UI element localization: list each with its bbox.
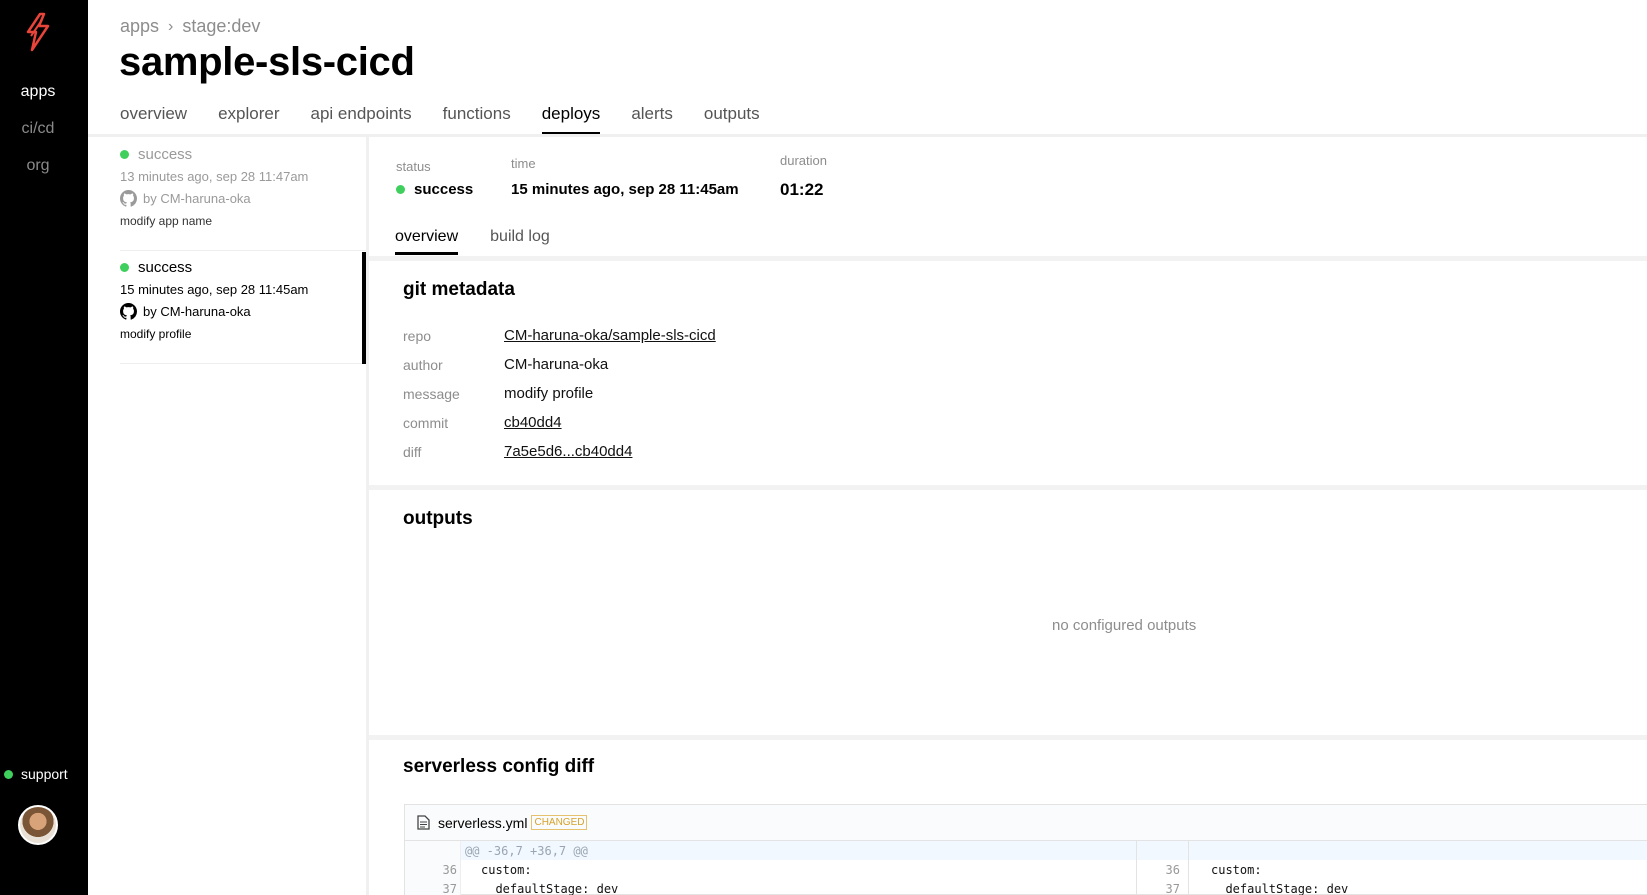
code-line: defaultStage: dev bbox=[1211, 882, 1349, 895]
deploy-time: 13 minutes ago, sep 28 11:47am bbox=[120, 169, 309, 184]
support-label: support bbox=[21, 766, 68, 782]
tab-functions[interactable]: functions bbox=[443, 104, 511, 135]
deploy-time: 15 minutes ago, sep 28 11:45am bbox=[120, 282, 309, 297]
line-number: 37 bbox=[442, 882, 457, 895]
status-value: success bbox=[396, 181, 473, 198]
tab-deploys[interactable]: deploys bbox=[541, 104, 601, 135]
config-diff-title: serverless config diff bbox=[403, 756, 595, 777]
line-number: 37 bbox=[1165, 882, 1180, 895]
tab-api-endpoints[interactable]: api endpoints bbox=[311, 104, 412, 135]
outputs-empty-text: no configured outputs bbox=[1052, 617, 1197, 634]
status-label: status bbox=[396, 159, 431, 174]
code-line: custom: bbox=[1211, 863, 1262, 877]
deploy-list-item[interactable]: success 13 minutes ago, sep 28 11:47am b… bbox=[120, 146, 366, 251]
status-dot-icon bbox=[120, 150, 129, 159]
detail-tabs: overview build log bbox=[395, 228, 582, 255]
diff-link[interactable]: 7a5e5d6...cb40dd4 bbox=[504, 443, 632, 460]
time-label: time bbox=[511, 156, 536, 171]
commit-link[interactable]: cb40dd4 bbox=[504, 414, 562, 431]
status-text: success bbox=[414, 181, 474, 198]
subtab-build-log[interactable]: build log bbox=[490, 228, 550, 255]
avatar[interactable] bbox=[18, 805, 58, 845]
author-label: author bbox=[403, 357, 443, 373]
file-icon bbox=[417, 815, 430, 830]
support-link[interactable]: support bbox=[4, 766, 68, 782]
serverless-logo-icon[interactable] bbox=[22, 12, 54, 52]
diff-split bbox=[1188, 841, 1189, 895]
nav-item-cicd[interactable]: ci/cd bbox=[0, 120, 76, 138]
tab-overview[interactable]: overview bbox=[120, 104, 187, 135]
diff-body: @@ -36,7 +36,7 @@ 36 custom: 37 defaultS… bbox=[405, 841, 1647, 895]
github-icon bbox=[120, 303, 137, 320]
deploy-message: modify app name bbox=[120, 214, 213, 228]
message-label: message bbox=[403, 386, 460, 402]
diff-file-name: serverless.yml bbox=[438, 814, 528, 831]
deploy-message: modify profile bbox=[120, 327, 192, 341]
github-icon bbox=[120, 190, 137, 207]
breadcrumb: apps › stage:dev bbox=[120, 16, 260, 37]
tab-explorer[interactable]: explorer bbox=[218, 104, 279, 135]
section-divider bbox=[369, 485, 1647, 490]
diff-hunk-header: @@ -36,7 +36,7 @@ bbox=[405, 841, 1647, 860]
changed-badge: CHANGED bbox=[531, 815, 588, 830]
breadcrumb-apps[interactable]: apps bbox=[120, 16, 159, 37]
hunk-text: @@ -36,7 +36,7 @@ bbox=[465, 843, 588, 858]
author-value: CM-haruna-oka bbox=[504, 356, 609, 373]
deploy-list-item-selected[interactable]: success 15 minutes ago, sep 28 11:45am b… bbox=[120, 259, 366, 364]
subtab-overview[interactable]: overview bbox=[395, 228, 459, 255]
section-divider bbox=[369, 735, 1647, 740]
time-value: 15 minutes ago, sep 28 11:45am bbox=[511, 181, 739, 198]
code-line: defaultStage: dev bbox=[481, 882, 619, 895]
deploy-status: success bbox=[138, 146, 193, 163]
deploy-author: by CM-haruna-oka bbox=[143, 191, 251, 206]
diff-label: diff bbox=[403, 444, 422, 460]
repo-link[interactable]: CM-haruna-oka/sample-sls-cicd bbox=[504, 327, 716, 344]
repo-label: repo bbox=[403, 328, 432, 344]
duration-label: duration bbox=[780, 153, 827, 168]
breadcrumb-stage[interactable]: stage:dev bbox=[182, 16, 260, 37]
line-number: 36 bbox=[1165, 863, 1180, 877]
deploy-author: by CM-haruna-oka bbox=[143, 304, 251, 319]
tab-alerts[interactable]: alerts bbox=[631, 104, 673, 135]
message-value: modify profile bbox=[504, 385, 594, 402]
support-status-dot-icon bbox=[4, 769, 13, 779]
deploy-status: success bbox=[138, 259, 193, 276]
duration-value: 01:22 bbox=[780, 180, 824, 199]
column-divider bbox=[366, 137, 369, 895]
line-number: 36 bbox=[442, 863, 457, 877]
app-tabs: overview explorer api endpoints function… bbox=[120, 104, 791, 135]
nav-item-apps[interactable]: apps bbox=[0, 83, 76, 101]
outputs-title: outputs bbox=[403, 508, 473, 529]
status-dot-icon bbox=[120, 263, 129, 272]
tab-outputs[interactable]: outputs bbox=[704, 104, 760, 135]
commit-label: commit bbox=[403, 415, 449, 431]
diff-viewer: serverless.yml CHANGED @@ -36,7 +36,7 @@… bbox=[404, 804, 1647, 895]
section-divider bbox=[369, 256, 1647, 261]
page-title: sample-sls-cicd bbox=[119, 40, 415, 84]
status-dot-icon bbox=[396, 185, 405, 194]
left-nav-rail: apps ci/cd org support bbox=[0, 0, 88, 895]
header-divider bbox=[88, 134, 1647, 137]
diff-file-header: serverless.yml CHANGED bbox=[405, 805, 1647, 841]
git-metadata-title: git metadata bbox=[403, 279, 515, 300]
chevron-right-icon: › bbox=[168, 17, 174, 35]
nav-item-org[interactable]: org bbox=[0, 157, 76, 175]
code-line: custom: bbox=[481, 863, 532, 877]
